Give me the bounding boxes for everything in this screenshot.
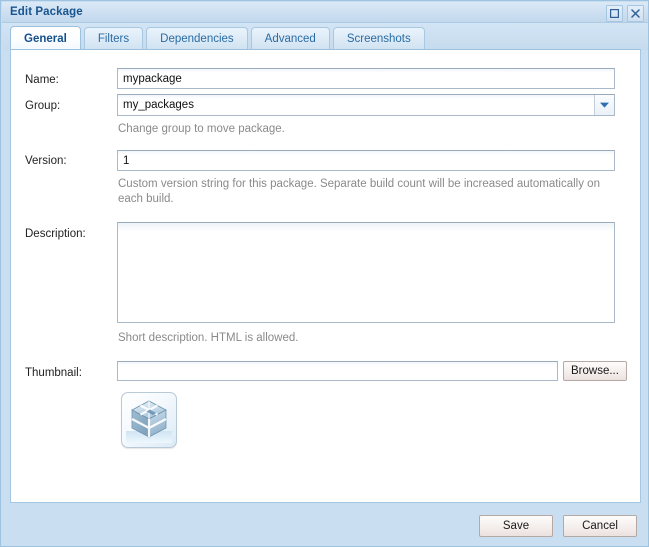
thumbnail-label: Thumbnail: xyxy=(25,367,82,379)
group-label: Group: xyxy=(25,100,61,112)
edit-package-form: Name: Group: my_packages Change group to… xyxy=(11,50,640,502)
browse-button-label: Browse... xyxy=(571,365,619,377)
chevron-down-icon[interactable] xyxy=(594,95,614,115)
tab-screenshots[interactable]: Screenshots xyxy=(332,27,425,50)
tab-bar: General Filters Dependencies Advanced Sc… xyxy=(2,23,648,50)
window-title: Edit Package xyxy=(10,6,83,18)
version-label: Version: xyxy=(25,155,67,167)
description-textarea[interactable] xyxy=(117,222,615,323)
maximize-icon xyxy=(610,9,619,18)
window-controls xyxy=(606,5,644,22)
name-label: Name: xyxy=(25,74,59,86)
name-input[interactable] xyxy=(117,68,615,89)
package-cube-icon xyxy=(126,397,172,443)
tab-general[interactable]: General xyxy=(10,26,81,50)
tab-advanced[interactable]: Advanced xyxy=(250,27,330,50)
tab-filters-label: Filters xyxy=(97,33,130,45)
tab-general-label: General xyxy=(24,32,67,45)
maximize-button[interactable] xyxy=(606,5,623,22)
tab-screenshots-label: Screenshots xyxy=(346,33,411,45)
close-button[interactable] xyxy=(627,5,644,22)
tab-dependencies-label: Dependencies xyxy=(160,33,234,45)
save-button[interactable]: Save xyxy=(479,514,553,537)
group-help-text: Change group to move package. xyxy=(118,123,285,135)
tab-filters[interactable]: Filters xyxy=(83,27,144,50)
description-help-text: Short description. HTML is allowed. xyxy=(118,332,299,344)
dialog-footer: Save Cancel xyxy=(2,504,648,546)
version-input[interactable] xyxy=(117,150,615,171)
window-titlebar: Edit Package xyxy=(2,2,648,23)
close-icon xyxy=(631,9,640,18)
group-select[interactable]: my_packages xyxy=(117,94,615,116)
browse-button[interactable]: Browse... xyxy=(563,361,627,381)
thumbnail-preview[interactable] xyxy=(121,392,177,448)
cancel-button-label: Cancel xyxy=(582,519,618,532)
thumbnail-path-input[interactable] xyxy=(117,361,558,381)
edit-package-window: Edit Package General Filters Dependencie… xyxy=(0,0,649,547)
save-button-label: Save xyxy=(502,519,530,532)
group-select-value: my_packages xyxy=(123,99,194,111)
description-label: Description: xyxy=(25,228,86,240)
cancel-button[interactable]: Cancel xyxy=(563,514,637,537)
version-help-text: Custom version string for this package. … xyxy=(118,178,600,205)
tab-advanced-label: Advanced xyxy=(264,33,316,45)
general-tab-panel: Name: Group: my_packages Change group to… xyxy=(10,49,641,503)
tab-dependencies[interactable]: Dependencies xyxy=(146,27,248,50)
